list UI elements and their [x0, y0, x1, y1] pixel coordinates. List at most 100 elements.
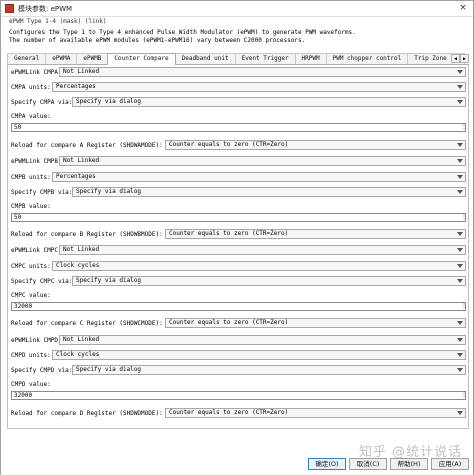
- tab-scroll-right-icon[interactable]: ▶: [460, 54, 469, 63]
- cmpa-spec-value: Specify via dialog: [76, 98, 142, 105]
- tab-epwmb[interactable]: ePWMB: [76, 53, 109, 64]
- reload-a-value: Counter equals to zero (CTR=Zero): [169, 141, 289, 148]
- cmpb-units-label: CMPB units:: [11, 174, 51, 181]
- cmpa-value-input[interactable]: 50: [11, 123, 466, 132]
- cmpd-link-label: ePWMLink CMPD: [11, 337, 58, 344]
- counter-compare-panel: ePWMLink CMPA Not Linked CMPA units: Per…: [7, 65, 469, 429]
- cancel-button[interactable]: 取消(C): [349, 458, 387, 470]
- cmpb-spec-value: Specify via dialog: [76, 188, 142, 195]
- reload-a-label: Reload for compare A Register (SHDWAMODE…: [11, 142, 163, 149]
- cmpc-units-select[interactable]: Clock cycles: [52, 261, 466, 271]
- description-line-2: The number of available ePWM modules (eP…: [9, 37, 306, 44]
- tab-epwma[interactable]: ePWMA: [45, 53, 78, 64]
- cmpa-spec-select[interactable]: Specify via dialog: [72, 97, 466, 107]
- chevron-down-icon: [457, 368, 463, 372]
- chevron-down-icon: [457, 159, 463, 163]
- help-button[interactable]: 帮助(H): [390, 458, 428, 470]
- cmpb-spec-select[interactable]: Specify via dialog: [72, 187, 466, 197]
- chevron-down-icon: [457, 411, 463, 415]
- reload-c-value: Counter equals to zero (CTR=Zero): [169, 319, 289, 326]
- cmpd-value-input[interactable]: 32000: [11, 391, 466, 400]
- button-bar: 知乎 @统计说话 确定(O) 取消(C) 帮助(H) 应用(A): [1, 431, 473, 475]
- cmpa-more-icon[interactable]: ⋮: [461, 123, 467, 132]
- cmpb-units-select[interactable]: Percentages: [52, 172, 466, 182]
- cmpc-link-value: Not Linked: [63, 246, 100, 253]
- tab-counter-compare[interactable]: Counter Compare: [107, 53, 176, 65]
- chevron-down-icon: [457, 70, 463, 74]
- cmpd-spec-select[interactable]: Specify via dialog: [72, 365, 466, 375]
- tab-scroll-left-icon[interactable]: ◀: [451, 54, 460, 63]
- cmpc-value-label: CMPC value:: [11, 292, 51, 299]
- cmpc-more-icon[interactable]: ⋮: [461, 302, 467, 311]
- chevron-down-icon: [457, 279, 463, 283]
- tab-deadband-unit[interactable]: Deadband unit: [174, 53, 236, 64]
- reload-c-select[interactable]: Counter equals to zero (CTR=Zero): [165, 318, 466, 328]
- reload-b-value: Counter equals to zero (CTR=Zero): [169, 230, 289, 237]
- ok-button[interactable]: 确定(O): [308, 458, 346, 470]
- cmpa-value-label: CMPA value:: [11, 113, 51, 120]
- cmpc-link-select[interactable]: Not Linked: [59, 245, 466, 255]
- cmpc-link-label: ePWMLink CMPC: [11, 247, 58, 254]
- cmpc-spec-value: Specify via dialog: [76, 277, 142, 284]
- cmpb-value-label: CMPB value:: [11, 203, 51, 210]
- cmpc-spec-select[interactable]: Specify via dialog: [72, 276, 466, 286]
- dialog-window: 模块参数: ePWM × ePWM Type 1-4 (mask) (link)…: [0, 0, 474, 475]
- cmpc-value-input[interactable]: 32000: [11, 302, 466, 311]
- app-icon: [5, 4, 14, 13]
- cmpb-link-value: Not Linked: [63, 157, 100, 164]
- cmpd-value-label: CMPD value:: [11, 381, 51, 388]
- cmpa-link-select[interactable]: Not Linked: [59, 67, 466, 77]
- cmpd-spec-label: Specify CMPD via:: [11, 367, 73, 374]
- tab-strip: General ePWMA ePWMB Counter Compare Dead…: [7, 53, 469, 65]
- tab-pwm-chopper-control[interactable]: PWM chopper control: [325, 53, 409, 64]
- cmpa-units-value: Percentages: [56, 83, 96, 90]
- cmpc-units-value: Clock cycles: [56, 262, 100, 269]
- cmpa-units-label: CMPA units:: [11, 84, 51, 91]
- reload-b-select[interactable]: Counter equals to zero (CTR=Zero): [165, 229, 466, 239]
- chevron-down-icon: [457, 248, 463, 252]
- cmpd-units-select[interactable]: Clock cycles: [52, 350, 466, 360]
- cmpb-value-input[interactable]: 50: [11, 213, 466, 222]
- cmpd-units-label: CMPD units:: [11, 352, 51, 359]
- chevron-down-icon: [457, 338, 463, 342]
- close-icon[interactable]: ×: [457, 3, 469, 14]
- reload-b-label: Reload for compare B Register (SHDWBMODE…: [11, 231, 163, 238]
- reload-d-value: Counter equals to zero (CTR=Zero): [169, 409, 289, 416]
- tab-hrpwm[interactable]: HRPWM: [294, 53, 327, 64]
- tab-event-trigger[interactable]: Event Trigger: [234, 53, 296, 64]
- chevron-down-icon: [457, 264, 463, 268]
- cmpd-more-icon[interactable]: ⋮: [461, 391, 467, 400]
- chevron-down-icon: [457, 175, 463, 179]
- title-bar: 模块参数: ePWM ×: [1, 1, 473, 17]
- chevron-down-icon: [457, 85, 463, 89]
- cmpc-spec-label: Specify CMPC via:: [11, 278, 73, 285]
- reload-d-label: Reload for compare D Register (SHDWDMODE…: [11, 410, 163, 417]
- window-title: 模块参数: ePWM: [18, 4, 73, 13]
- description-area: ePWM Type 1-4 (mask) (link) Configures t…: [6, 18, 470, 48]
- reload-c-label: Reload for compare C Register (SHDWCMODE…: [11, 320, 163, 327]
- chevron-down-icon: [457, 190, 463, 194]
- cmpa-link-value: Not Linked: [63, 68, 100, 75]
- cmpa-link-label: ePWMLink CMPA: [11, 69, 58, 76]
- cmpb-link-label: ePWMLink CMPB: [11, 158, 58, 165]
- block-header: ePWM Type 1-4 (mask) (link): [9, 18, 107, 25]
- cmpd-link-select[interactable]: Not Linked: [59, 335, 466, 345]
- tab-general[interactable]: General: [7, 53, 47, 64]
- cmpd-spec-value: Specify via dialog: [76, 366, 142, 373]
- chevron-down-icon: [457, 353, 463, 357]
- cmpa-units-select[interactable]: Percentages: [52, 82, 466, 92]
- cmpa-spec-label: Specify CMPA via:: [11, 99, 73, 106]
- apply-button[interactable]: 应用(A): [431, 458, 469, 470]
- cmpc-units-label: CMPC units:: [11, 263, 51, 270]
- reload-a-select[interactable]: Counter equals to zero (CTR=Zero): [165, 140, 466, 150]
- cmpb-link-select[interactable]: Not Linked: [59, 156, 466, 166]
- chevron-down-icon: [457, 100, 463, 104]
- chevron-down-icon: [457, 232, 463, 236]
- chevron-down-icon: [457, 143, 463, 147]
- cmpb-more-icon[interactable]: ⋮: [461, 213, 467, 222]
- cmpb-units-value: Percentages: [56, 173, 96, 180]
- chevron-down-icon: [457, 321, 463, 325]
- cmpb-spec-label: Specify CMPB via:: [11, 189, 73, 196]
- reload-d-select[interactable]: Counter equals to zero (CTR=Zero): [165, 408, 466, 418]
- description-line-1: Configures the Type 1 to Type 4 enhanced…: [9, 29, 356, 36]
